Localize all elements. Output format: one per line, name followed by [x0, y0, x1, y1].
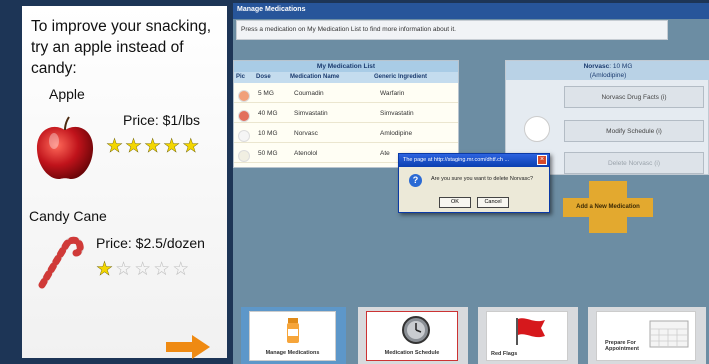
app-titlebar: Manage Medications [233, 3, 709, 19]
tab-prepare-appointment[interactable]: Prepare For Appointment [588, 307, 706, 364]
apple-rating: ★★★★★ [106, 135, 201, 158]
row-name: Coumadin [294, 90, 324, 97]
confirm-dialog: The page at http://staging.mr.com/dhtf.c… [398, 153, 550, 213]
tab-manage-medications[interactable]: Manage Medications [241, 307, 346, 364]
row-name: Simvastatin [294, 110, 328, 117]
ok-button[interactable]: OK [439, 197, 471, 208]
detail-med-name: Norvasc [583, 63, 610, 70]
medication-app: Manage Medications Press a medication on… [233, 3, 709, 364]
candy-cane-rating: ★☆☆☆☆ [96, 258, 191, 281]
cancel-button[interactable]: Cancel [477, 197, 509, 208]
candy-cane-price: Price: $2.5/dozen [96, 235, 205, 251]
question-icon: ? [409, 174, 422, 187]
row-generic: Ate [380, 150, 390, 157]
tab-label: Manage Medications [265, 350, 320, 356]
add-medication-button[interactable]: Add a New Medication [563, 181, 653, 233]
dialog-title: The page at http://staging.mr.com/dhtf.c… [403, 157, 510, 163]
star-filled-icon: ★ [96, 259, 116, 280]
tab-red-flags[interactable]: Red Flags [478, 307, 578, 364]
row-generic: Warfarin [380, 90, 405, 97]
medication-row[interactable]: 40 MG Simvastatin Simvastatin [234, 103, 458, 123]
app-title: Manage Medications [237, 6, 306, 13]
pill-icon [238, 90, 250, 102]
close-icon[interactable]: × [537, 155, 547, 165]
star-empty-icon: ☆ [153, 259, 173, 280]
tab-card: Manage Medications [249, 311, 336, 361]
star-filled-icon: ★ [182, 136, 202, 157]
star-filled-icon: ★ [144, 136, 164, 157]
apple-image [36, 116, 94, 180]
row-dose: 50 MG [258, 150, 278, 157]
col-generic-ingredient: Generic Ingredient [374, 74, 428, 80]
col-pic: Pic [236, 74, 246, 80]
snack-tip-panel: To improve your snacking, try an apple i… [22, 6, 227, 360]
tab-label: Medication Schedule [384, 350, 440, 356]
modify-schedule-button[interactable]: Modify Schedule (i) [564, 120, 704, 142]
tab-medication-schedule[interactable]: Medication Schedule [358, 307, 468, 364]
dialog-titlebar: The page at http://staging.mr.com/dhtf.c… [399, 154, 549, 167]
star-filled-icon: ★ [125, 136, 145, 157]
star-empty-icon: ☆ [115, 259, 135, 280]
candy-cane-name: Candy Cane [29, 208, 107, 224]
detail-heading: Norvasc: 10 MG (Amlodipine) [506, 61, 709, 80]
detail-dose: 10 MG [612, 63, 633, 70]
apple-name: Apple [49, 86, 85, 102]
star-filled-icon: ★ [163, 136, 183, 157]
instruction-text: Press a medication on My Medication List… [241, 26, 456, 33]
row-dose: 40 MG [258, 110, 278, 117]
add-medication-label: Add a New Medication [576, 204, 640, 210]
row-name: Atenolol [294, 150, 318, 157]
pill-icon [238, 130, 250, 142]
tab-label: Red Flags [491, 351, 518, 357]
drug-facts-button[interactable]: Norvasc Drug Facts (i) [564, 86, 704, 108]
tab-card: Prepare For Appointment [596, 311, 696, 361]
star-filled-icon: ★ [106, 136, 126, 157]
medication-row[interactable]: 5 MG Coumadin Warfarin [234, 83, 458, 103]
row-generic: Amlodipine [380, 130, 413, 137]
star-empty-icon: ☆ [134, 259, 154, 280]
medication-list-header: Pic Dose Medication Name Generic Ingredi… [234, 72, 458, 83]
pill-image [524, 116, 550, 142]
calendar-icon [649, 320, 689, 348]
delete-medication-button[interactable]: Delete Norvasc (i) [564, 152, 704, 174]
tab-label: Prepare For Appointment [605, 340, 639, 352]
arrow-right-icon[interactable] [164, 334, 212, 360]
pill-icon [238, 150, 250, 162]
star-empty-icon: ☆ [172, 259, 192, 280]
pill-bottle-icon [287, 318, 299, 343]
red-flag-icon [516, 318, 545, 345]
pill-icon [238, 110, 250, 122]
tab-card: Medication Schedule [366, 311, 458, 361]
snack-tip-text: To improve your snacking, try an apple i… [31, 18, 212, 77]
row-dose: 10 MG [258, 130, 278, 137]
apple-price: Price: $1/lbs [123, 112, 201, 128]
candy-cane-image [38, 236, 84, 289]
row-generic: Simvastatin [380, 110, 414, 117]
tab-card: Red Flags [486, 311, 568, 361]
instruction-box: Press a medication on My Medication List… [236, 20, 668, 40]
row-name: Norvasc [294, 130, 318, 137]
medication-row[interactable]: 10 MG Norvasc Amlodipine [234, 123, 458, 143]
col-dose: Dose [256, 74, 271, 80]
clock-icon [402, 316, 430, 344]
medication-list: My Medication List Pic Dose Medication N… [233, 60, 459, 168]
dialog-message: Are you sure you want to delete Norvasc? [431, 176, 534, 182]
row-dose: 5 MG [258, 90, 274, 97]
col-medication-name: Medication Name [290, 74, 340, 80]
detail-generic: (Amlodipine) [589, 72, 627, 79]
medication-list-title: My Medication List [234, 61, 458, 72]
